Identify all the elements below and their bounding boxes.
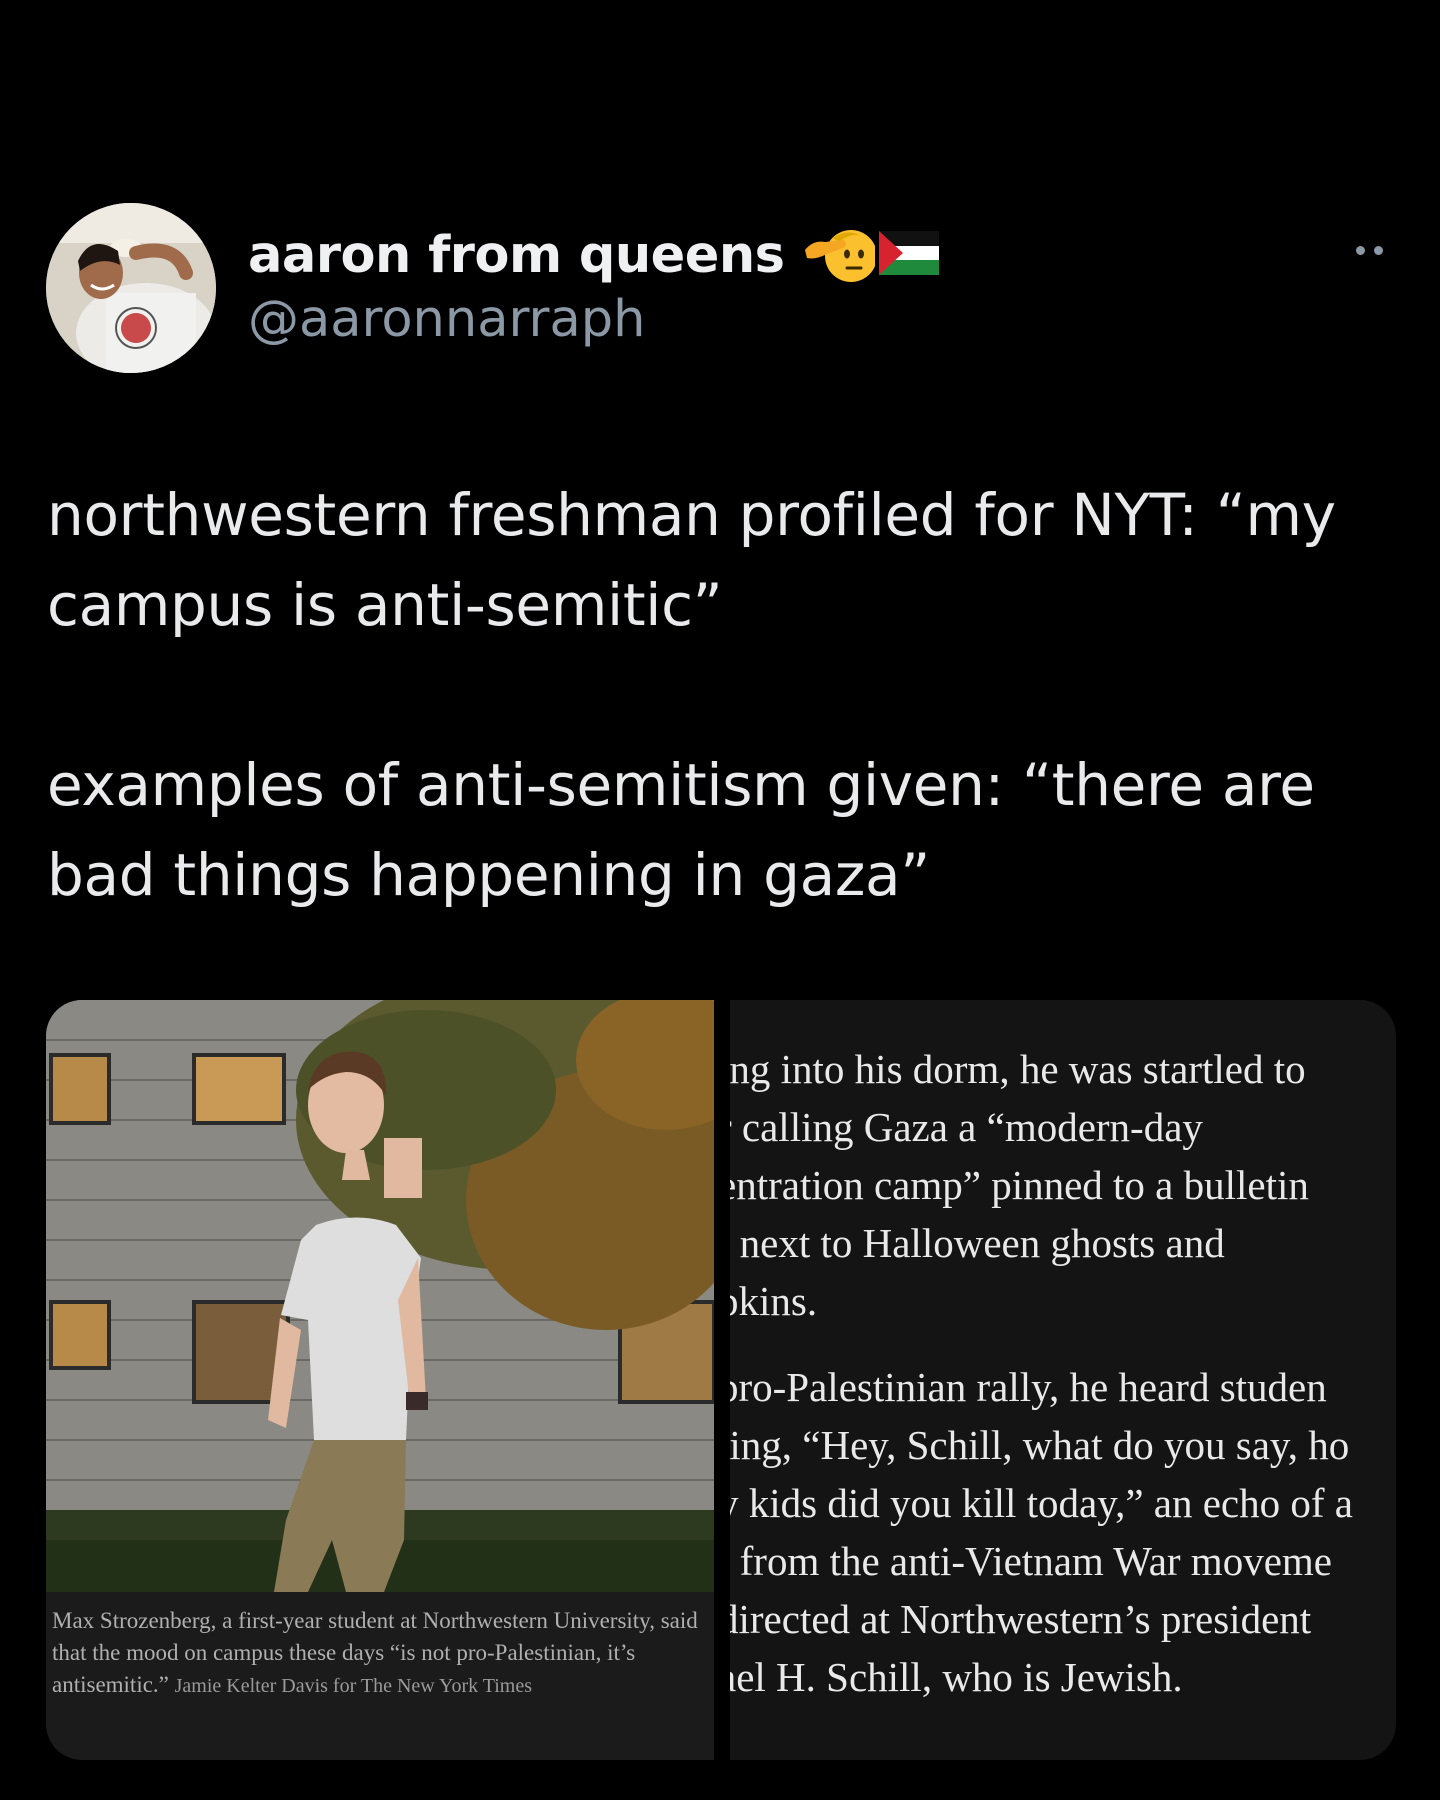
handle[interactable]: @aaronnarraph: [248, 290, 645, 349]
article-line: pro-Palestinian rally, he heard studen: [730, 1364, 1327, 1410]
article-line: directed at Northwestern’s president: [730, 1596, 1312, 1642]
tweet-text: northwestern freshman profiled for NYT: …: [47, 470, 1387, 920]
avatar[interactable]: [46, 203, 216, 373]
display-name[interactable]: aaron from queens: [248, 226, 785, 285]
article-line: entration camp” pinned to a bulletin: [730, 1162, 1309, 1208]
photo-panel[interactable]: Max Strozenberg, a first-year student at…: [46, 1000, 714, 1760]
article-line: ing into his dorm, he was startled to: [730, 1046, 1306, 1092]
author-name-row: aaron from queens: [248, 220, 939, 290]
media-divider: [714, 1000, 730, 1760]
palestine-flag-icon: [877, 231, 939, 279]
avatar-photo: [46, 203, 216, 373]
dot-icon: [1374, 246, 1383, 255]
tweet: aaron from queens @aaronnarraph northwes…: [0, 0, 1440, 1800]
article-line: r calling Gaza a “modern-day: [730, 1104, 1203, 1150]
photo-credit: Jamie Kelter Davis for The New York Time…: [174, 1675, 533, 1697]
news-photo: [46, 1000, 714, 1592]
more-options-button[interactable]: [1350, 240, 1389, 261]
saluting-face-icon: [803, 220, 877, 290]
dot-icon: [1356, 246, 1365, 255]
article-line: pkins.: [730, 1278, 818, 1324]
article-text: ing into his dorm, he was startled to r …: [730, 1040, 1396, 1706]
tweet-paragraph: northwestern freshman profiled for NYT: …: [47, 481, 1336, 639]
tweet-paragraph: examples of anti-semitism given: “there …: [47, 751, 1315, 909]
article-line: ting, “Hey, Schill, what do you say, ho: [730, 1422, 1350, 1468]
article-line: l next to Halloween ghosts and: [730, 1220, 1225, 1266]
article-excerpt[interactable]: ing into his dorm, he was startled to r …: [730, 1000, 1396, 1760]
article-line: ael H. Schill, who is Jewish.: [730, 1654, 1183, 1700]
article-line: t from the anti-Vietnam War moveme: [730, 1538, 1332, 1584]
article-line: y kids did you kill today,” an echo of a: [730, 1480, 1353, 1526]
photo-caption: Max Strozenberg, a first-year student at…: [52, 1605, 707, 1702]
media-attachment[interactable]: Max Strozenberg, a first-year student at…: [46, 1000, 1396, 1760]
